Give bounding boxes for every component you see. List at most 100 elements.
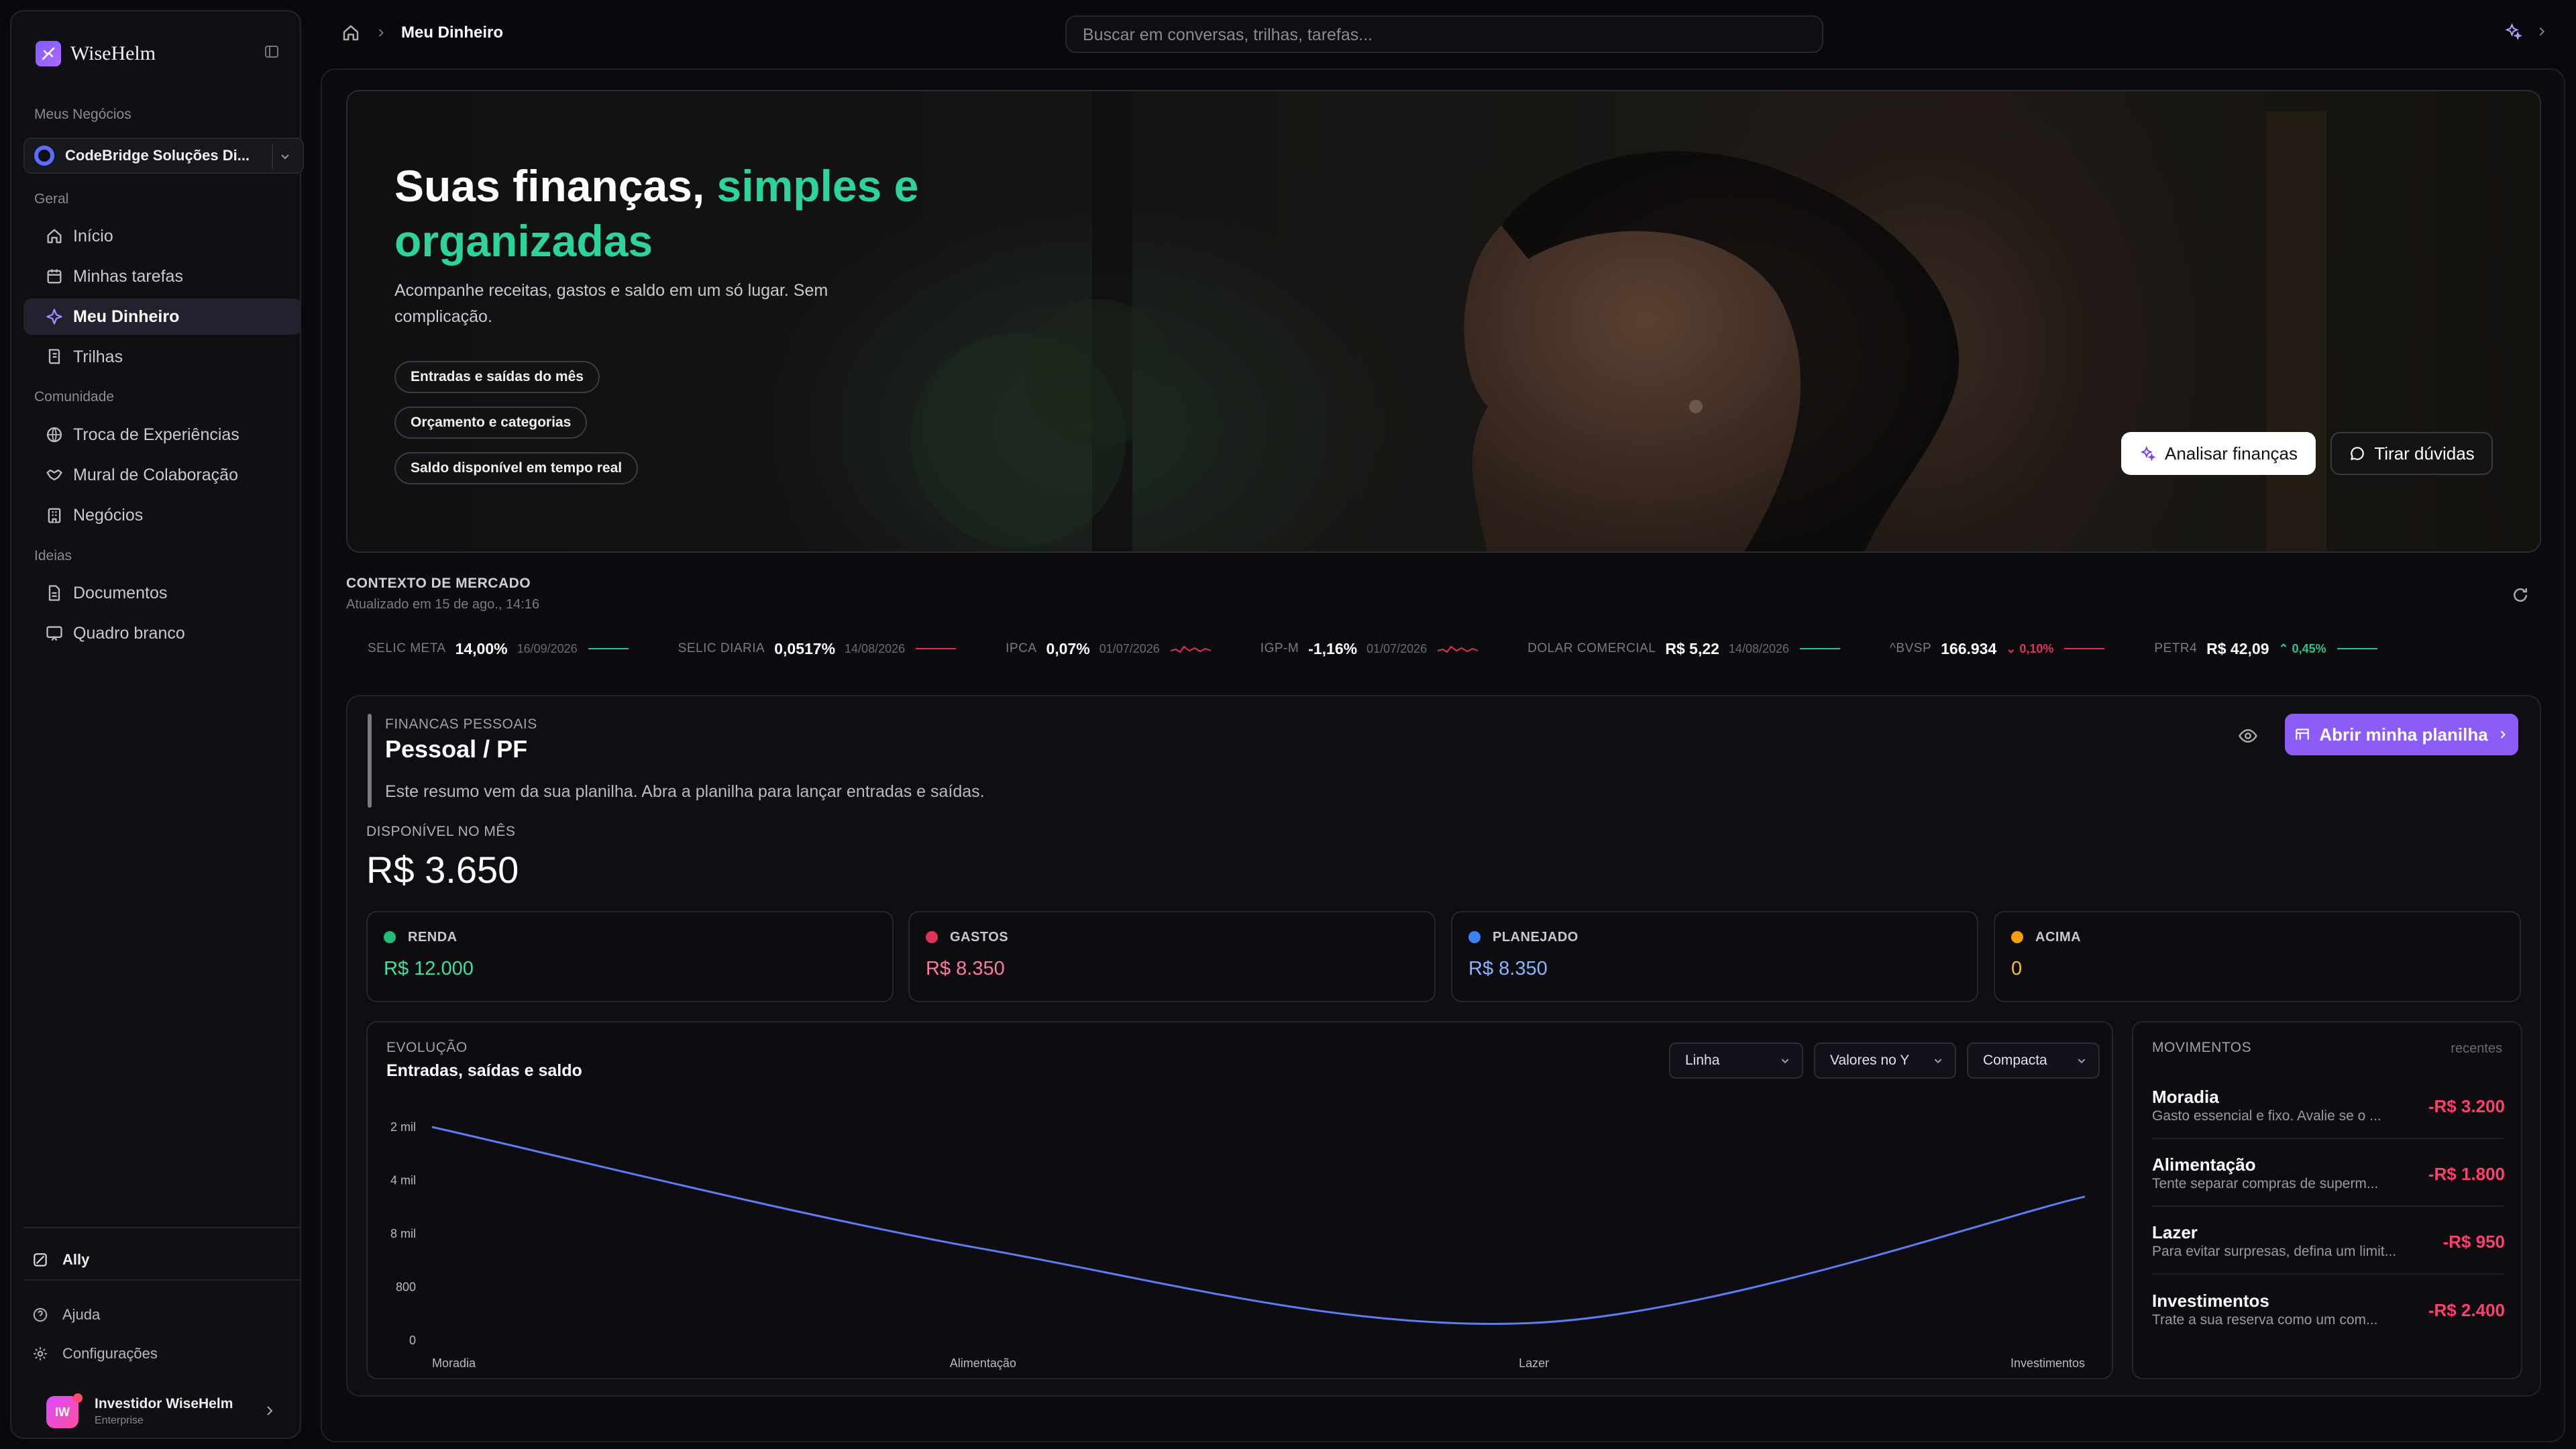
y-tick-label: 800 <box>396 1281 416 1294</box>
ticker-item: IPCA 0,07% 01/07/2026 <box>1006 640 1212 658</box>
open-spreadsheet-button[interactable]: Abrir minha planilha <box>2285 714 2518 755</box>
series-line <box>431 1126 2086 1325</box>
ticker-item: IGP-M -1,16% 01/07/2026 <box>1260 640 1479 658</box>
sidebar-item-mural-de-colaboracao[interactable]: Mural de Colaboração <box>23 457 301 493</box>
logo-icon <box>36 41 61 66</box>
analyze-finances-button[interactable]: Analisar finanças <box>2121 432 2316 475</box>
chevron-right-icon[interactable] <box>2534 24 2549 39</box>
ally-icon <box>34 1253 47 1267</box>
ticker-item: DOLAR COMERCIAL R$ 5,22 14/08/2026 <box>1527 640 1841 658</box>
density-select[interactable]: Compacta <box>1967 1042 2100 1079</box>
ally-label: Ally <box>62 1251 90 1268</box>
list-item[interactable]: Moradia Gasto essencial e fixo. Avalie s… <box>2152 1087 2505 1154</box>
sidebar: WiseHelm Meus Negócios CodeBridge Soluçõ… <box>10 10 304 1439</box>
stat-label: GASTOS <box>950 930 1009 945</box>
search-input[interactable]: Buscar em conversas, trilhas, tarefas... <box>1065 15 1823 53</box>
sidebar-item-meu-dinheiro[interactable]: Meu Dinheiro <box>23 299 301 335</box>
app-name: WiseHelm <box>70 42 156 64</box>
document-icon <box>42 581 66 605</box>
ticker-label: IGP-M <box>1260 641 1299 655</box>
help-link[interactable]: Ajuda <box>32 1306 100 1324</box>
list-item[interactable]: Investimentos Trate a sua reserva como u… <box>2152 1291 2505 1358</box>
business-selector[interactable]: CodeBridge Soluções Di... <box>23 138 304 174</box>
finance-card: FINANCAS PESSOAIS Pessoal / PF Este resu… <box>346 695 2541 1397</box>
market-ticker: SELIC META 14,00% 16/09/2026 SELIC DIARIA 0,… <box>346 632 2541 665</box>
y-tick-label: 4 mil <box>390 1174 416 1187</box>
stat-label: ACIMA <box>2035 930 2082 945</box>
movement-amount: -R$ 1.800 <box>2428 1164 2505 1184</box>
settings-link[interactable]: Configurações <box>32 1345 158 1362</box>
sidebar-collapse-icon[interactable] <box>264 44 282 62</box>
sparkline <box>1800 648 1841 649</box>
y-values-select[interactable]: Valores no Y <box>1814 1042 1956 1079</box>
sparkle-icon[interactable] <box>2504 21 2524 42</box>
ask-questions-button[interactable]: Tirar dúvidas <box>2330 432 2493 475</box>
movements-panel: MOVIMENTOS recentes Moradia Gasto essenc… <box>2132 1021 2522 1379</box>
ticker-label: DOLAR COMERCIAL <box>1527 641 1656 655</box>
list-item[interactable]: Lazer Para evitar surpresas, defina um l… <box>2152 1222 2505 1289</box>
book-icon <box>42 345 66 369</box>
sparkline <box>2337 648 2377 649</box>
globe-icon <box>42 423 66 447</box>
stat-card-acima: ACIMA 0 <box>1994 911 2521 1002</box>
sidebar-item-inicio[interactable]: Início <box>23 218 301 254</box>
sparkline <box>916 648 957 649</box>
ticker-date: 14/08/2026 <box>1728 641 1790 655</box>
button-label: Abrir minha planilha <box>2319 724 2488 745</box>
sidebar-item-troca-de-experiencias[interactable]: Troca de Experiências <box>23 417 301 453</box>
ticker-label: SELIC DIARIA <box>678 641 765 655</box>
breadcrumb-current: Meu Dinheiro <box>401 23 504 42</box>
section-label-geral: Geral <box>34 191 69 207</box>
app-logo[interactable]: WiseHelm <box>36 41 156 66</box>
y-tick-label: 8 mil <box>390 1227 416 1240</box>
sidebar-item-trilhas[interactable]: Trilhas <box>23 339 301 375</box>
button-label: Analisar finanças <box>2165 443 2298 464</box>
sidebar-divider <box>23 1279 301 1281</box>
sidebar-item-label: Negócios <box>73 505 144 525</box>
home-icon[interactable] <box>341 23 361 43</box>
whiteboard-icon <box>42 621 66 645</box>
main-content: Suas finanças, simples e organizadas Aco… <box>321 68 2565 1442</box>
eye-icon[interactable] <box>2238 726 2258 746</box>
hero-chip: Orçamento e categorias <box>394 407 588 439</box>
chevron-right-icon <box>2500 731 2506 739</box>
chart-type-select[interactable]: Linha <box>1669 1042 1803 1079</box>
ticker-value: R$ 5,22 <box>1665 639 1719 657</box>
accent-bar <box>368 714 372 808</box>
movements-title: MOVIMENTOS <box>2152 1040 2252 1055</box>
ticker-item: SELIC META 14,00% 16/09/2026 <box>368 640 630 658</box>
sidebar-item-label: Trilhas <box>73 347 123 366</box>
home-icon <box>42 224 66 248</box>
ally-button[interactable]: Ally <box>32 1251 89 1269</box>
y-tick-label: 2 mil <box>390 1120 416 1134</box>
chevron-down-icon <box>1781 1059 1789 1064</box>
finance-description: Este resumo vem da sua planilha. Abra a … <box>385 782 985 801</box>
ticker-value: 0,0517% <box>774 639 836 657</box>
divider <box>2152 1138 2505 1139</box>
list-item[interactable]: Alimentação Tente separar compras de sup… <box>2152 1155 2505 1222</box>
movement-desc: Tente separar compras de superm... <box>2152 1176 2379 1191</box>
sidebar-item-documentos[interactable]: Documentos <box>23 575 301 611</box>
x-tick-label: Lazer <box>1519 1356 1549 1370</box>
sidebar-item-quadro-branco[interactable]: Quadro branco <box>23 615 301 651</box>
x-tick-label: Investimentos <box>2010 1356 2085 1370</box>
user-profile[interactable]: IW Investidor WiseHelm Enterprise <box>36 1393 290 1436</box>
stat-label: RENDA <box>408 930 458 945</box>
stat-value: 0 <box>2011 958 2023 979</box>
chevron-down-icon <box>2078 1059 2086 1064</box>
sparkle-icon <box>2140 445 2156 462</box>
chat-icon <box>2351 447 2365 460</box>
section-label-business: Meus Negócios <box>34 107 131 122</box>
movement-title: Investimentos <box>2152 1291 2269 1311</box>
select-value: Linha <box>1685 1053 1720 1068</box>
sidebar-item-label: Minhas tarefas <box>73 266 183 286</box>
sidebar-item-negocios[interactable]: Negócios <box>23 497 301 533</box>
calendar-icon <box>42 264 66 288</box>
refresh-icon[interactable] <box>2510 585 2530 605</box>
sparkle-icon <box>42 305 66 329</box>
ticker-label: PETR4 <box>2154 641 2198 655</box>
user-plan: Enterprise <box>95 1415 144 1426</box>
hero-chip: Entradas e saídas do mês <box>394 361 600 393</box>
hero-title-part: Suas finanças, <box>394 161 705 211</box>
sidebar-item-minhas-tarefas[interactable]: Minhas tarefas <box>23 258 301 294</box>
